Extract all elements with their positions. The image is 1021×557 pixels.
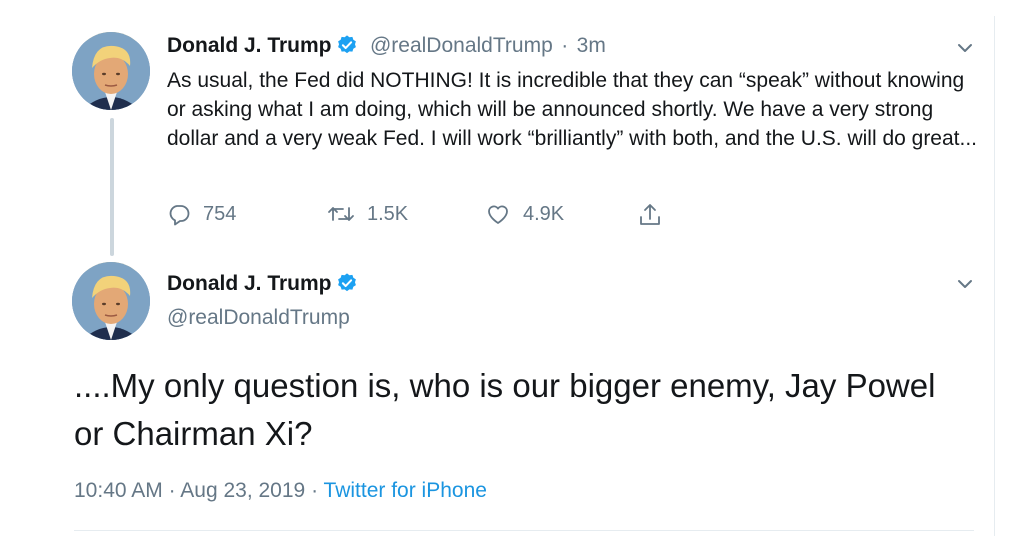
share-button[interactable] — [637, 202, 675, 228]
reply-icon — [169, 205, 190, 226]
retweet-count: 1.5K — [367, 202, 409, 225]
separator: · — [311, 479, 319, 502]
avatar[interactable] — [72, 32, 150, 110]
like-icon — [488, 205, 508, 224]
separator: · — [168, 479, 176, 502]
author-name[interactable]: Donald J. Trump — [167, 34, 332, 57]
tweet-text: As usual, the Fed did NOTHING! It is inc… — [167, 69, 978, 150]
tweet-text: ....My only question is, who is our bigg… — [74, 367, 936, 452]
author-name[interactable]: Donald J. Trump — [167, 272, 332, 295]
thread-connector-line — [110, 118, 114, 256]
retweet-button[interactable]: 1.5K — [327, 202, 408, 226]
chevron-down-icon[interactable] — [955, 38, 975, 58]
avatar[interactable] — [72, 262, 150, 340]
verified-badge-icon — [336, 34, 358, 61]
like-button[interactable]: 4.9K — [485, 202, 564, 226]
author-handle[interactable]: @realDonaldTrump — [370, 34, 553, 57]
author-handle[interactable]: @realDonaldTrump — [167, 306, 350, 330]
verified-badge-icon — [336, 272, 358, 299]
tweet-source-link[interactable]: Twitter for iPhone — [324, 479, 487, 502]
like-count: 4.9K — [523, 202, 565, 225]
reply-count: 754 — [203, 202, 237, 225]
reply-button[interactable]: 754 — [167, 202, 236, 226]
tweet-timestamp[interactable]: 3m — [577, 34, 606, 57]
tweet-time[interactable]: 10:40 AM — [74, 479, 163, 502]
chevron-down-icon[interactable] — [955, 274, 975, 294]
share-icon — [640, 204, 660, 225]
separator: · — [561, 34, 569, 57]
tweet-header: Donald J. Trump — [167, 272, 358, 299]
tweet-metadata: 10:40 AM · Aug 23, 2019 · Twitter for iP… — [74, 479, 487, 503]
tweet-date[interactable]: Aug 23, 2019 — [180, 479, 305, 502]
retweet-icon — [328, 207, 354, 221]
divider — [74, 530, 974, 531]
tweet-header: Donald J. Trump @realDonaldTrump · 3m — [167, 34, 606, 61]
column-border — [994, 16, 995, 536]
